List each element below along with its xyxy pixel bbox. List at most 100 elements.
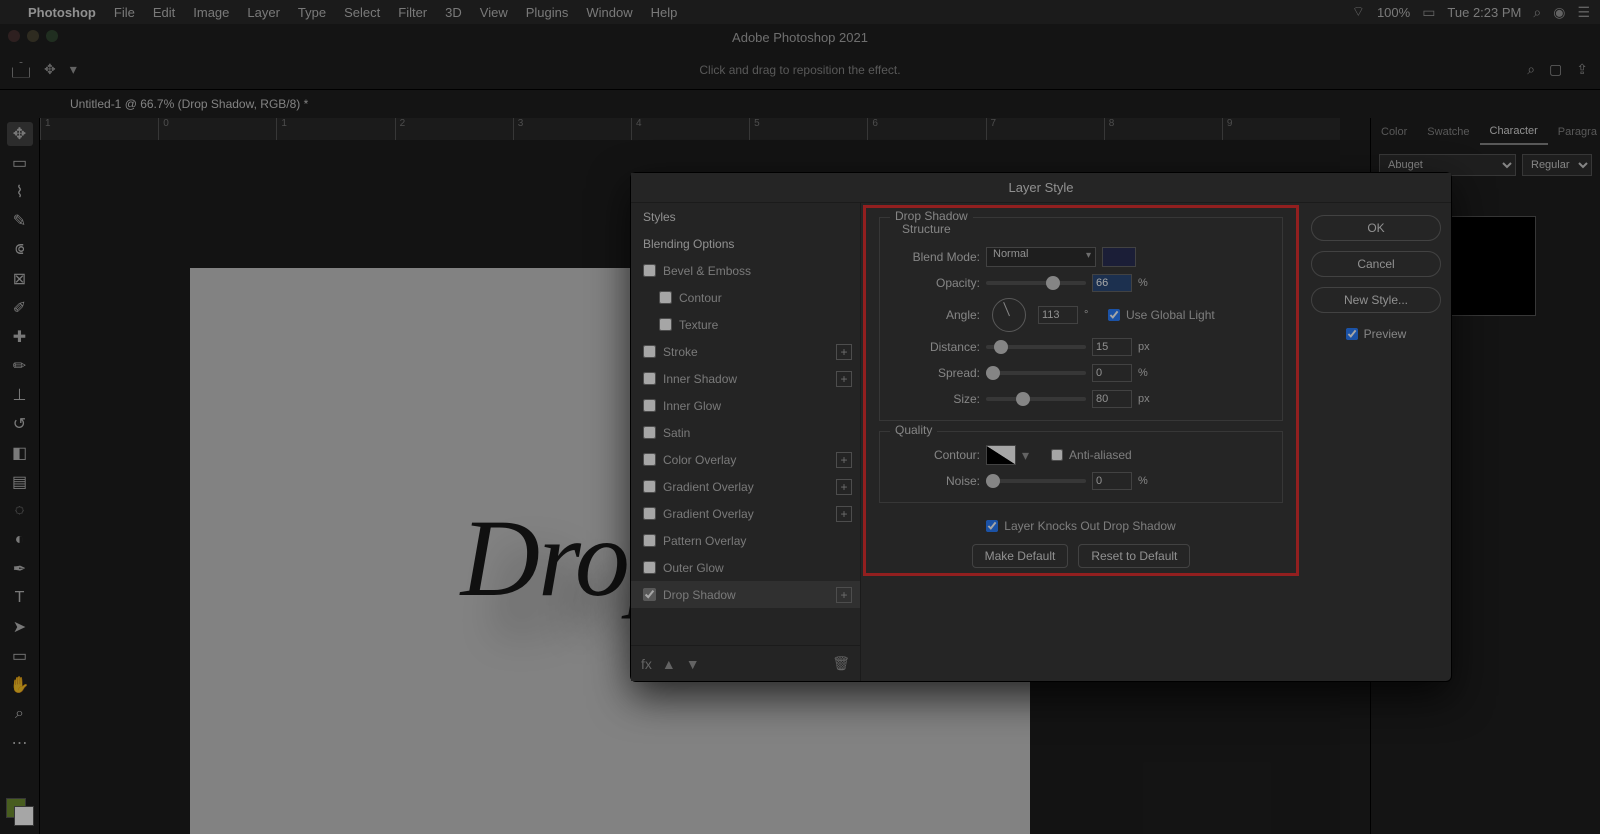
style-checkbox[interactable]	[643, 372, 656, 385]
spread-input[interactable]: 0	[1092, 364, 1132, 382]
history-brush-tool[interactable]: ↺	[7, 412, 33, 436]
menu-select[interactable]: Select	[344, 5, 380, 20]
marquee-tool[interactable]: ▭	[7, 151, 33, 175]
style-item-stroke[interactable]: Stroke+	[631, 338, 860, 365]
spotlight-icon[interactable]: ⌕	[1533, 4, 1541, 21]
add-effect-icon[interactable]: +	[836, 479, 852, 495]
distance-input[interactable]: 15	[1092, 338, 1132, 356]
hand-tool[interactable]: ✋	[7, 673, 33, 697]
siri-icon[interactable]: ◉	[1553, 4, 1565, 21]
blend-mode-select[interactable]: Normal	[986, 247, 1096, 267]
style-item-drop-shadow[interactable]: Drop Shadow+	[631, 581, 860, 608]
menu-image[interactable]: Image	[193, 5, 229, 20]
blending-options[interactable]: Blending Options	[631, 230, 860, 257]
style-checkbox[interactable]	[659, 291, 672, 304]
global-light-checkbox[interactable]	[1108, 309, 1120, 321]
knockout-checkbox[interactable]	[986, 520, 998, 532]
menu-help[interactable]: Help	[651, 5, 678, 20]
style-checkbox[interactable]	[643, 453, 656, 466]
contour-dropdown-icon[interactable]: ▾	[1022, 447, 1029, 464]
tab-swatches[interactable]: Swatche	[1417, 120, 1479, 144]
size-slider[interactable]	[986, 397, 1086, 401]
background-swatch[interactable]	[14, 806, 34, 826]
eyedropper-tool[interactable]: ✐	[7, 296, 33, 320]
app-name[interactable]: Photoshop	[28, 5, 96, 20]
distance-slider[interactable]	[986, 345, 1086, 349]
add-effect-icon[interactable]: +	[836, 506, 852, 522]
antialiased-checkbox[interactable]	[1051, 449, 1063, 461]
opacity-slider[interactable]	[986, 281, 1086, 285]
tab-paragraph[interactable]: Paragra	[1548, 120, 1600, 144]
menu-3d[interactable]: 3D	[445, 5, 462, 20]
new-style-button[interactable]: New Style...	[1311, 287, 1441, 313]
wand-tool[interactable]: ✎	[7, 209, 33, 233]
preview-checkbox[interactable]	[1346, 328, 1358, 340]
search-icon[interactable]: ⌕	[1527, 61, 1535, 78]
close-light[interactable]	[8, 30, 20, 42]
menu-layer[interactable]: Layer	[247, 5, 280, 20]
menu-window[interactable]: Window	[586, 5, 632, 20]
blur-tool[interactable]: ◌	[7, 499, 33, 523]
style-item-bevel-emboss[interactable]: Bevel & Emboss	[631, 257, 860, 284]
type-tool[interactable]: T	[7, 586, 33, 610]
ok-button[interactable]: OK	[1311, 215, 1441, 241]
zoom-tool[interactable]: ⌕	[7, 702, 33, 726]
dodge-tool[interactable]: ◐	[7, 528, 33, 552]
color-swatch-corner[interactable]	[6, 798, 36, 828]
home-icon[interactable]	[12, 62, 30, 78]
noise-slider[interactable]	[986, 479, 1086, 483]
move-tool-icon[interactable]: ✥	[44, 61, 56, 78]
style-checkbox[interactable]	[643, 399, 656, 412]
edit-toolbar[interactable]: ⋯	[7, 731, 33, 755]
frame-icon[interactable]: ▢	[1549, 61, 1562, 78]
move-tool[interactable]: ✥	[7, 122, 33, 146]
tab-color[interactable]: Color	[1371, 120, 1417, 144]
trash-icon[interactable]: 🗑	[832, 655, 850, 672]
style-checkbox[interactable]	[643, 534, 656, 547]
style-item-pattern-overlay[interactable]: Pattern Overlay	[631, 527, 860, 554]
add-effect-icon[interactable]: +	[836, 452, 852, 468]
up-arrow-icon[interactable]: ▲	[662, 656, 676, 672]
menu-view[interactable]: View	[480, 5, 508, 20]
minimize-light[interactable]	[27, 30, 39, 42]
style-item-texture[interactable]: Texture	[631, 311, 860, 338]
angle-input[interactable]: 113	[1038, 306, 1078, 324]
lasso-tool[interactable]: ⌇	[7, 180, 33, 204]
frame-tool[interactable]: ⊠	[7, 267, 33, 291]
cancel-button[interactable]: Cancel	[1311, 251, 1441, 277]
style-checkbox[interactable]	[643, 507, 656, 520]
style-item-inner-shadow[interactable]: Inner Shadow+	[631, 365, 860, 392]
style-item-gradient-overlay[interactable]: Gradient Overlay+	[631, 500, 860, 527]
path-select-tool[interactable]: ➤	[7, 615, 33, 639]
style-item-contour[interactable]: Contour	[631, 284, 860, 311]
brush-tool[interactable]: ✏	[7, 354, 33, 378]
font-weight-select[interactable]: Regular	[1522, 154, 1592, 176]
style-checkbox[interactable]	[643, 345, 656, 358]
add-effect-icon[interactable]: +	[836, 344, 852, 360]
styles-header[interactable]: Styles	[631, 203, 860, 230]
opacity-input[interactable]: 66	[1092, 274, 1132, 292]
menu-edit[interactable]: Edit	[153, 5, 175, 20]
shape-tool[interactable]: ▭	[7, 644, 33, 668]
style-checkbox[interactable]	[643, 561, 656, 574]
pen-tool[interactable]: ✒	[7, 557, 33, 581]
style-checkbox[interactable]	[659, 318, 672, 331]
wifi-icon[interactable]: ⌔	[1352, 3, 1365, 21]
contour-swatch[interactable]	[986, 445, 1016, 465]
menu-filter[interactable]: Filter	[398, 5, 427, 20]
style-item-color-overlay[interactable]: Color Overlay+	[631, 446, 860, 473]
control-center-icon[interactable]: ☰	[1577, 4, 1590, 21]
chevron-down-icon[interactable]: ▾	[70, 61, 77, 78]
heal-tool[interactable]: ✚	[7, 325, 33, 349]
style-checkbox[interactable]	[643, 264, 656, 277]
menu-type[interactable]: Type	[298, 5, 326, 20]
down-arrow-icon[interactable]: ▼	[686, 656, 700, 672]
style-checkbox[interactable]	[643, 588, 656, 601]
stamp-tool[interactable]: ⊥	[7, 383, 33, 407]
shadow-color-swatch[interactable]	[1102, 247, 1136, 267]
traffic-lights[interactable]	[8, 30, 58, 42]
noise-input[interactable]: 0	[1092, 472, 1132, 490]
fx-icon[interactable]: fx	[641, 656, 652, 672]
add-effect-icon[interactable]: +	[836, 371, 852, 387]
style-item-gradient-overlay[interactable]: Gradient Overlay+	[631, 473, 860, 500]
